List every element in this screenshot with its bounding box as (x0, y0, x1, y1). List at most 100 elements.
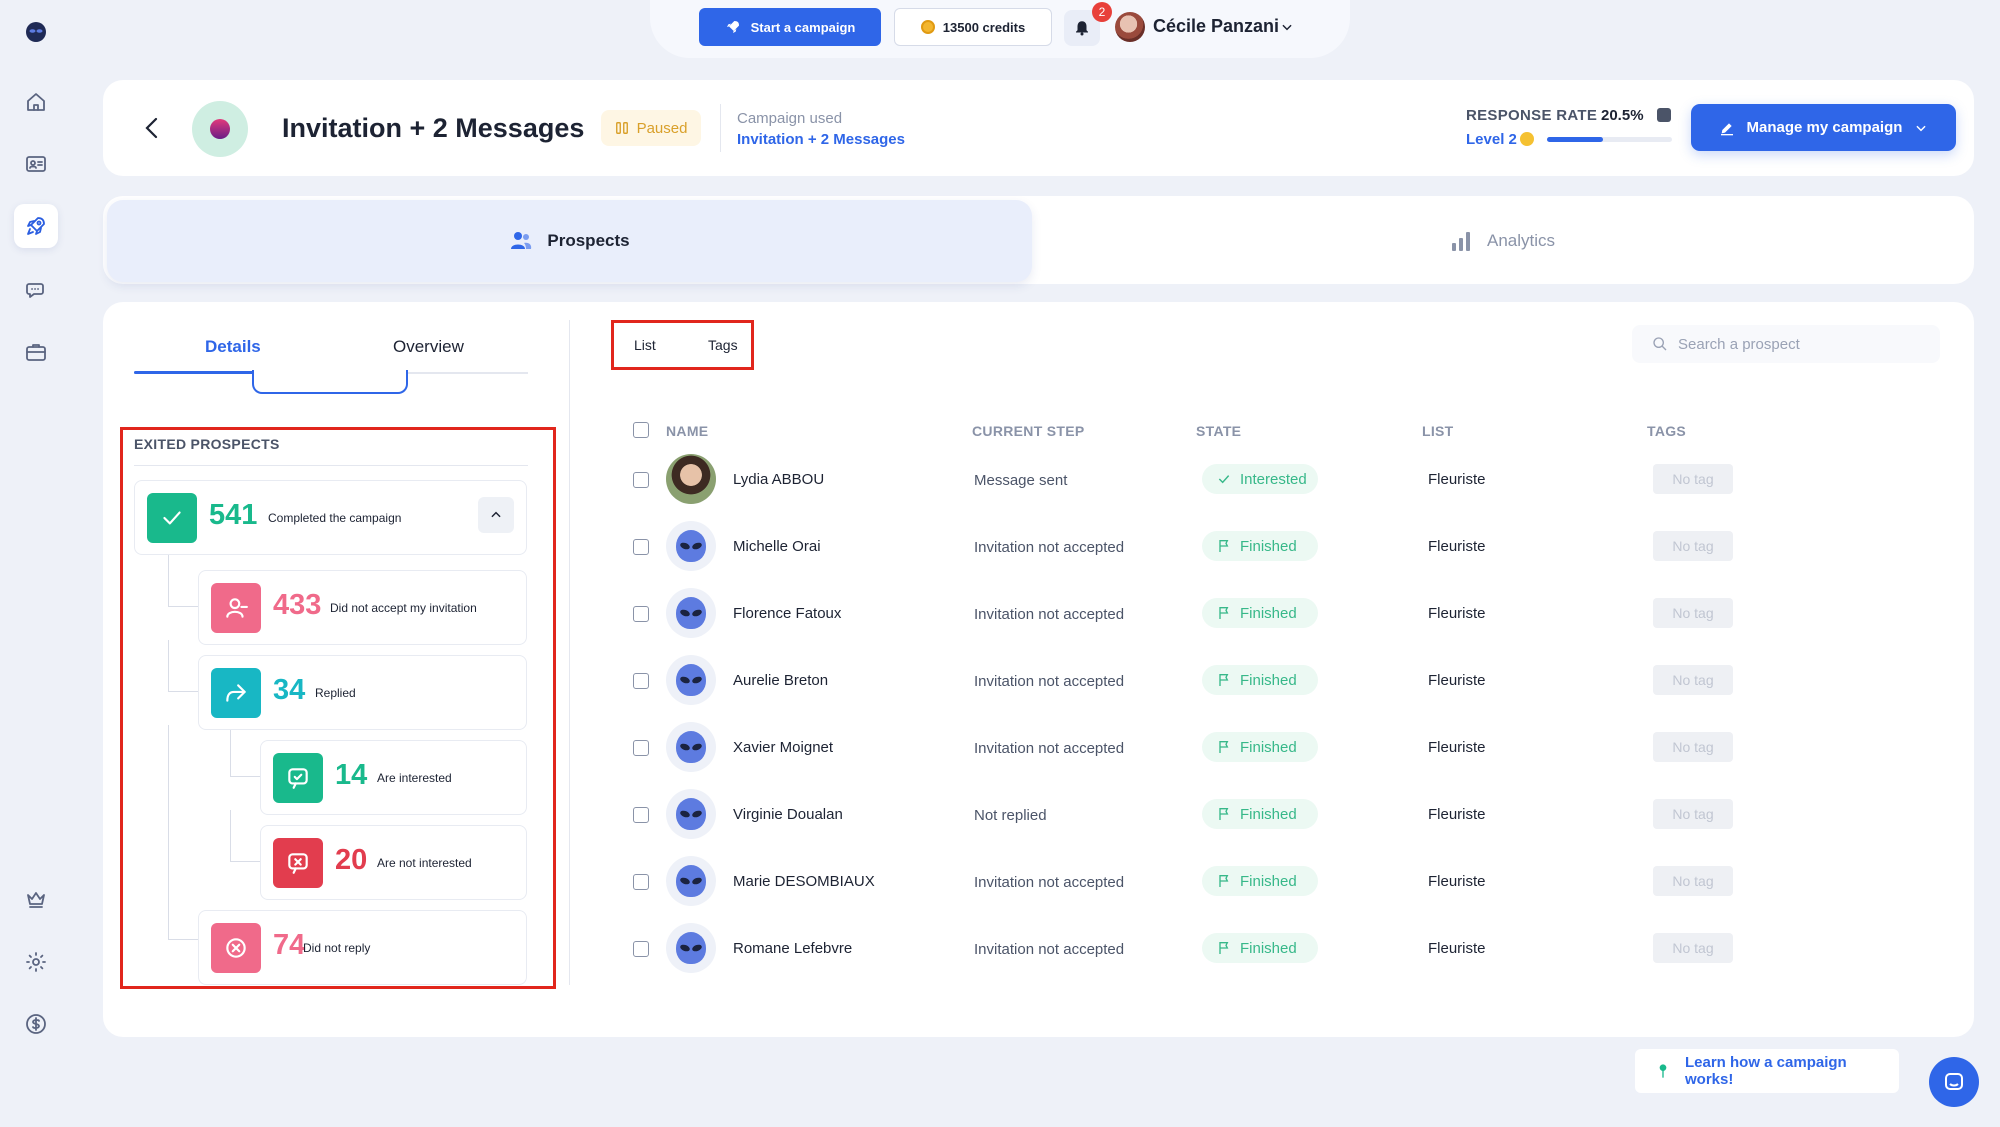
prospect-step: Invitation not accepted (974, 740, 1125, 757)
state-badge: Finished (1202, 598, 1318, 628)
search-input[interactable]: Search a prospect (1632, 325, 1940, 363)
avatar[interactable] (666, 454, 716, 504)
briefcase-icon[interactable] (14, 330, 58, 374)
learn-campaign-link[interactable]: Learn how a campaign works! (1635, 1049, 1899, 1093)
prospect-list: Fleuriste (1428, 806, 1486, 823)
campaign-used-link[interactable]: Invitation + 2 Messages (737, 131, 905, 148)
prospect-name[interactable]: Virginie Doualan (733, 806, 843, 823)
row-checkbox[interactable] (633, 874, 649, 890)
row-checkbox[interactable] (633, 606, 649, 622)
prospect-name[interactable]: Xavier Moignet (733, 739, 833, 756)
state-label: Finished (1240, 939, 1297, 957)
app-logo-icon[interactable] (14, 10, 58, 54)
prospect-step: Invitation not accepted (974, 941, 1125, 958)
column-tags[interactable]: TAGS (1647, 423, 1686, 439)
tag-badge[interactable]: No tag (1653, 933, 1733, 963)
tree-connector (230, 725, 260, 777)
home-icon[interactable] (14, 80, 58, 124)
campaign-logo (192, 101, 248, 157)
campaigns-rocket-icon[interactable] (14, 204, 58, 248)
tab-analytics[interactable]: Analytics (1032, 200, 1972, 282)
credits-label: 13500 credits (942, 19, 1026, 35)
prospect-name[interactable]: Florence Fatoux (733, 605, 841, 622)
messages-icon[interactable] (14, 268, 58, 312)
row-checkbox[interactable] (633, 740, 649, 756)
prospect-name[interactable]: Michelle Orai (733, 538, 821, 555)
support-chat-button[interactable] (1929, 1057, 1979, 1107)
avatar[interactable] (666, 588, 716, 638)
status-label: Paused (636, 119, 688, 137)
stat-replied[interactable]: 34 Replied (198, 655, 527, 730)
avatar[interactable] (666, 789, 716, 839)
avatar[interactable] (666, 856, 716, 906)
alien-avatar-icon (676, 865, 706, 897)
row-checkbox[interactable] (633, 673, 649, 689)
column-list[interactable]: LIST (1422, 423, 1454, 439)
stat-not-accepted-label: Did not accept my invitation (330, 601, 477, 615)
bell-icon (1076, 21, 1088, 36)
avatar[interactable] (666, 521, 716, 571)
flag-icon (1219, 607, 1229, 619)
select-all-checkbox[interactable] (633, 422, 649, 438)
settings-gear-icon[interactable] (14, 940, 58, 984)
prospect-name[interactable]: Marie DESOMBIAUX (733, 873, 875, 890)
prospect-list: Fleuriste (1428, 605, 1486, 622)
users-icon (511, 232, 532, 249)
billing-dollar-icon[interactable] (14, 1002, 58, 1046)
row-checkbox[interactable] (633, 539, 649, 555)
user-name[interactable]: Cécile Panzani (1153, 16, 1279, 37)
state-label: Finished (1240, 738, 1297, 756)
tag-badge[interactable]: No tag (1653, 598, 1733, 628)
chevron-down-icon (1916, 125, 1927, 131)
chevron-down-icon[interactable] (1280, 20, 1294, 34)
prospect-step: Not replied (974, 807, 1047, 824)
exited-divider (134, 465, 528, 466)
start-campaign-button[interactable]: Start a campaign (699, 8, 881, 46)
tag-badge[interactable]: No tag (1653, 732, 1733, 762)
column-current-step[interactable]: CURRENT STEP (972, 423, 1085, 439)
segment-tags[interactable]: Tags (708, 337, 738, 353)
panel-divider (569, 320, 570, 985)
stat-interested[interactable]: 14 Are interested (260, 740, 527, 815)
collapse-button[interactable] (478, 497, 514, 533)
user-avatar[interactable] (1115, 12, 1145, 42)
stat-interested-label: Are interested (377, 771, 452, 785)
chat-bubble-icon (1657, 108, 1671, 122)
prospect-name[interactable]: Aurelie Breton (733, 672, 828, 689)
stat-no-reply[interactable]: 74 Did not reply (198, 910, 527, 985)
prospect-name[interactable]: Lydia ABBOU (733, 471, 824, 488)
tag-badge[interactable]: No tag (1653, 665, 1733, 695)
state-label: Finished (1240, 872, 1297, 890)
column-state[interactable]: STATE (1196, 423, 1241, 439)
row-checkbox[interactable] (633, 941, 649, 957)
tag-badge[interactable]: No tag (1653, 531, 1733, 561)
prospect-list: Fleuriste (1428, 873, 1486, 890)
tree-connector (168, 555, 198, 607)
stat-not-interested[interactable]: 20 Are not interested (260, 825, 527, 900)
credits-button[interactable]: 13500 credits (894, 8, 1052, 46)
crown-icon[interactable] (14, 877, 58, 921)
prospect-name[interactable]: Romane Lefebvre (733, 940, 852, 957)
manage-campaign-button[interactable]: Manage my campaign (1691, 104, 1956, 151)
column-name[interactable]: NAME (666, 423, 708, 439)
prospects-scroll-pill[interactable] (252, 370, 408, 394)
back-arrow-icon[interactable] (140, 115, 164, 141)
tab-prospects[interactable]: Prospects (107, 200, 1032, 282)
avatar[interactable] (666, 923, 716, 973)
tab-overview[interactable]: Overview (393, 337, 464, 357)
tab-details[interactable]: Details (205, 337, 261, 357)
row-checkbox[interactable] (633, 472, 649, 488)
check-icon (147, 493, 197, 543)
tag-badge[interactable]: No tag (1653, 464, 1733, 494)
tag-badge[interactable]: No tag (1653, 866, 1733, 896)
prospect-step: Invitation not accepted (974, 606, 1125, 623)
contacts-icon[interactable] (14, 142, 58, 186)
segment-list[interactable]: List (634, 337, 656, 353)
stat-not-accepted[interactable]: 433 Did not accept my invitation (198, 570, 527, 645)
row-checkbox[interactable] (633, 807, 649, 823)
avatar[interactable] (666, 655, 716, 705)
state-label: Finished (1240, 537, 1297, 555)
avatar[interactable] (666, 722, 716, 772)
tag-badge[interactable]: No tag (1653, 799, 1733, 829)
stat-completed[interactable]: 541 Completed the campaign (134, 480, 527, 555)
